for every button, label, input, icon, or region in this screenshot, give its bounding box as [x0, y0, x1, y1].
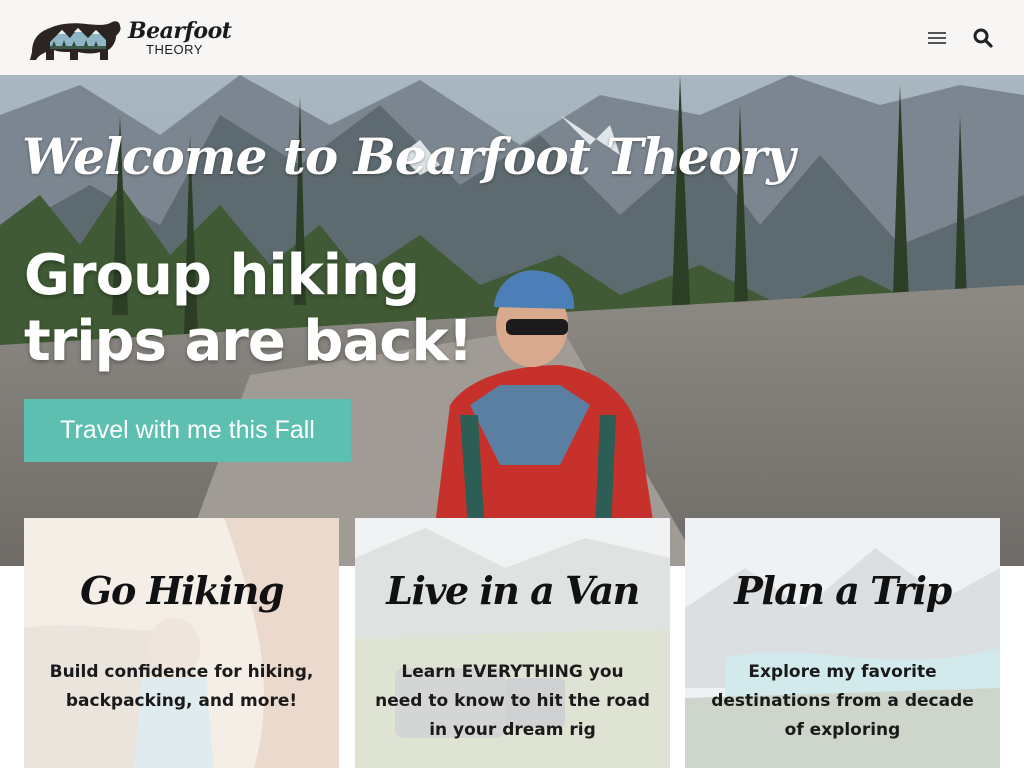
logo-wordmark: Bearfoot — [128, 17, 232, 44]
hamburger-menu-icon[interactable] — [926, 27, 948, 49]
search-icon[interactable] — [972, 27, 994, 49]
site-logo[interactable]: Bearfoot THEORY — [28, 10, 232, 66]
header-tools — [926, 27, 994, 49]
site-header: Bearfoot THEORY — [0, 0, 1024, 75]
card-plan-a-trip[interactable]: Plan a Trip Explore my favorite destinat… — [685, 518, 1000, 768]
hero-headline: Group hiking trips are back! — [24, 243, 473, 374]
card-description: Explore my favorite destinations from a … — [711, 662, 974, 740]
card-title: Live in a Van — [386, 568, 640, 613]
travel-cta-button[interactable]: Travel with me this Fall — [24, 399, 351, 462]
hero-section: Welcome to Bearfoot Theory Group hiking … — [0, 75, 1024, 566]
card-go-hiking[interactable]: Go Hiking Build confidence for hiking, b… — [24, 518, 339, 768]
card-title: Plan a Trip — [734, 568, 952, 613]
card-description: Build confidence for hiking, backpacking… — [49, 662, 314, 711]
logo-subtitle: THEORY — [146, 41, 203, 57]
card-live-in-a-van[interactable]: Live in a Van Learn EVERYTHING you need … — [355, 518, 670, 768]
card-description: Learn EVERYTHING you need to know to hit… — [375, 662, 650, 740]
hero-welcome-heading: Welcome to Bearfoot Theory — [22, 127, 795, 186]
card-title: Go Hiking — [80, 568, 284, 613]
bear-logo-icon — [30, 20, 121, 60]
